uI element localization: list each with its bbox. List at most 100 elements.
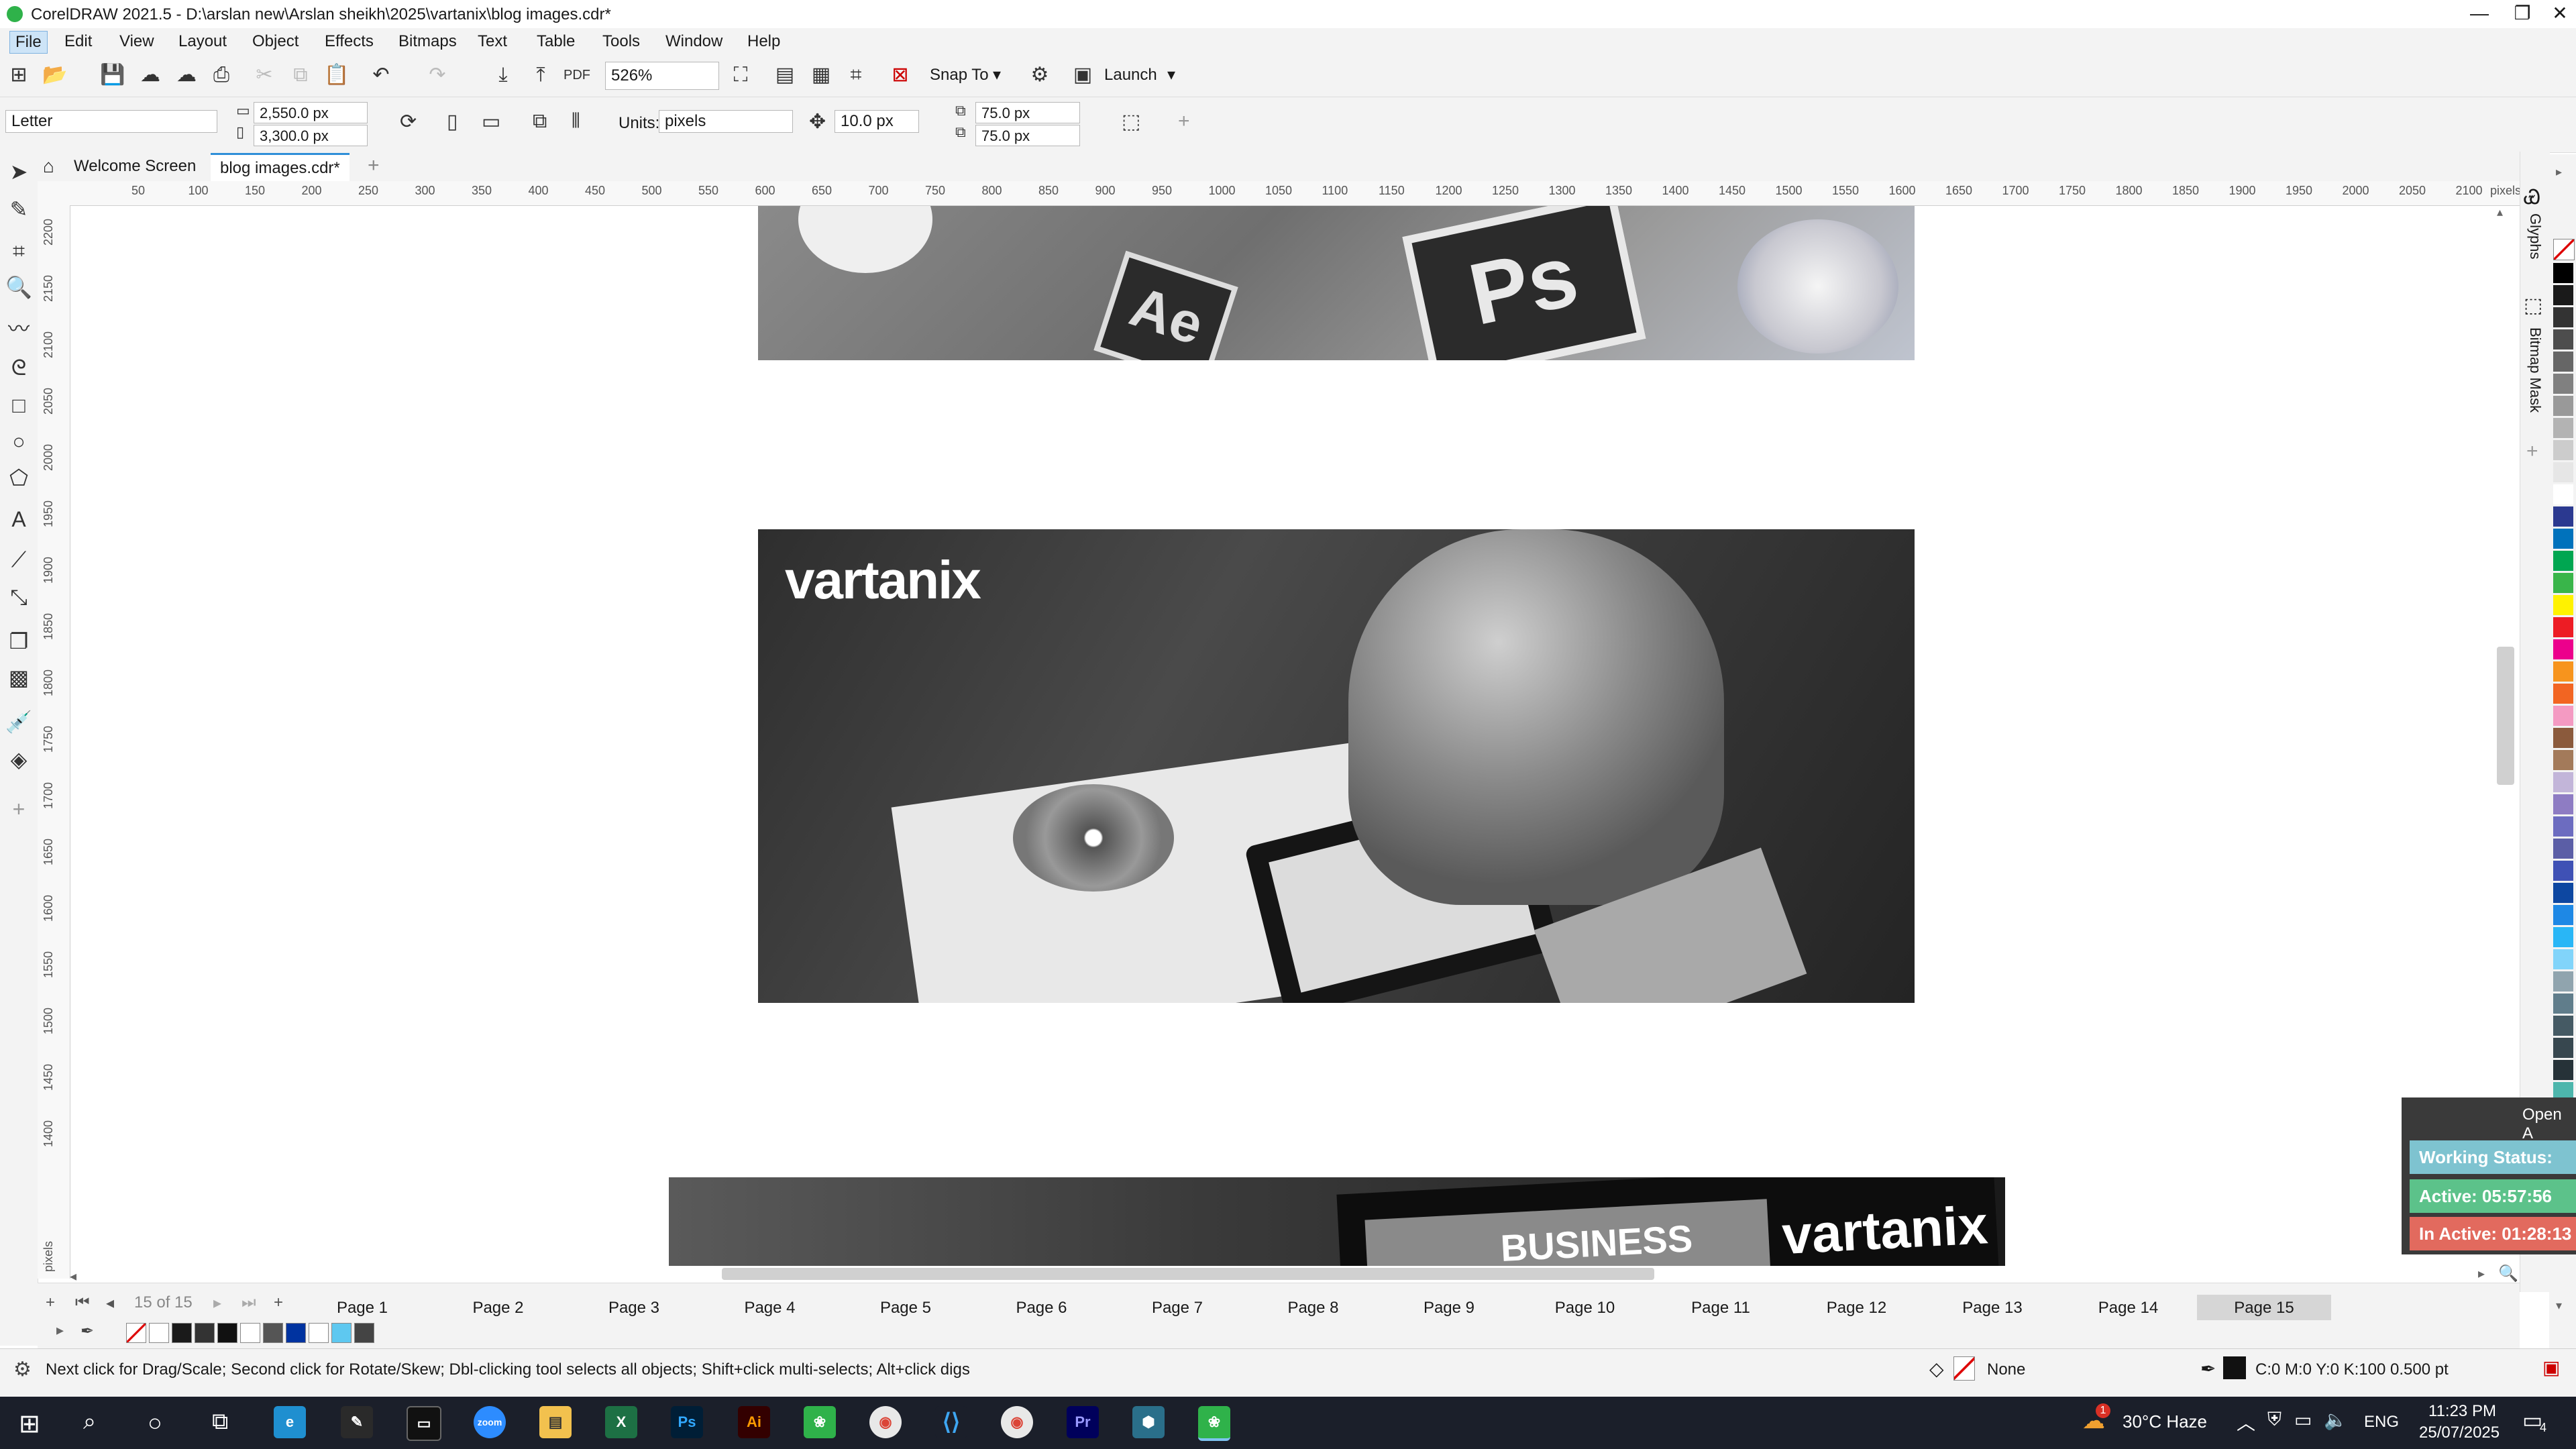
palette-color-swatch[interactable] bbox=[2553, 839, 2573, 859]
outline-color-swatch[interactable] bbox=[2223, 1356, 2246, 1379]
palette-color-swatch[interactable] bbox=[2553, 1016, 2573, 1036]
menu-help[interactable]: Help bbox=[742, 31, 786, 52]
palette-color-swatch[interactable] bbox=[2553, 418, 2573, 438]
freehand-tool-icon[interactable]: 〰 bbox=[5, 315, 32, 342]
duplicate-y-field[interactable]: 75.0 px bbox=[975, 125, 1080, 146]
palette-color-swatch[interactable] bbox=[2553, 927, 2573, 947]
palette-color-swatch[interactable] bbox=[2553, 772, 2573, 792]
first-page-icon[interactable]: ⏮ bbox=[75, 1293, 90, 1312]
palette-color-swatch[interactable] bbox=[2553, 861, 2573, 881]
show-grid-icon[interactable]: ▦ bbox=[808, 62, 835, 89]
launch-dropdown[interactable]: Launch bbox=[1104, 62, 1157, 89]
page-tab[interactable]: Page 4 bbox=[703, 1295, 837, 1322]
clock-date[interactable]: 25/07/2025 bbox=[2419, 1424, 2500, 1442]
pen-app-icon[interactable]: ✎ bbox=[341, 1406, 373, 1438]
add-page-after-icon[interactable]: + bbox=[274, 1293, 283, 1312]
palette-color-swatch[interactable] bbox=[2553, 949, 2573, 969]
cloud-sync-icon[interactable]: ☁ bbox=[173, 62, 200, 89]
excel-icon[interactable]: X bbox=[605, 1406, 637, 1438]
page-tab[interactable]: Page 10 bbox=[1518, 1295, 1652, 1322]
palette-color-swatch[interactable] bbox=[2553, 706, 2573, 726]
network-tray-icon[interactable]: ▭ bbox=[2294, 1409, 2312, 1431]
menu-tools[interactable]: Tools bbox=[597, 31, 645, 52]
close-button[interactable]: ✕ bbox=[2538, 0, 2576, 28]
snap-to-dropdown[interactable]: Snap To bbox=[930, 62, 989, 89]
parallel-dimension-icon[interactable]: ⟋ bbox=[5, 546, 32, 573]
coreldraw-active-icon[interactable]: ❀ bbox=[1198, 1406, 1230, 1441]
file-explorer-icon[interactable]: ▤ bbox=[539, 1406, 572, 1438]
last-page-icon[interactable]: ⏭ bbox=[241, 1293, 256, 1312]
prev-page-icon[interactable]: ◂ bbox=[106, 1293, 114, 1313]
palette-color-swatch[interactable] bbox=[2553, 728, 2573, 748]
minimize-button[interactable]: — bbox=[2458, 0, 2501, 28]
cut-icon[interactable]: ✂ bbox=[251, 62, 278, 89]
show-guidelines-icon[interactable]: ⌗ bbox=[843, 62, 869, 89]
menu-bitmaps[interactable]: Bitmaps bbox=[393, 31, 462, 52]
units-select[interactable]: pixels bbox=[659, 110, 793, 133]
palette-color-swatch[interactable] bbox=[2553, 529, 2573, 549]
launch-icon[interactable]: ▣ bbox=[1069, 62, 1096, 89]
add-docker-icon[interactable]: + bbox=[2526, 440, 2538, 463]
full-screen-icon[interactable]: ⛶ bbox=[727, 62, 754, 89]
palette-color-swatch[interactable] bbox=[2553, 994, 2573, 1014]
drop-shadow-icon[interactable]: ❐ bbox=[5, 628, 32, 655]
scroll-right-icon[interactable]: ▸ bbox=[2478, 1265, 2485, 1282]
page-size-select[interactable]: Letter bbox=[5, 110, 217, 133]
options-gear-icon[interactable]: ⚙ bbox=[1026, 62, 1053, 89]
restore-button[interactable]: ❐ bbox=[2501, 0, 2544, 28]
palette-scroll-down-icon[interactable]: ▾ bbox=[2556, 1299, 2562, 1313]
page-tab[interactable]: Page 2 bbox=[431, 1295, 566, 1322]
palette-expand-icon[interactable]: ▸ bbox=[56, 1322, 64, 1339]
snap-to-chevron-down-icon[interactable]: ▾ bbox=[993, 62, 1001, 89]
palette-color-swatch[interactable] bbox=[2553, 551, 2573, 571]
palette-color-swatch[interactable] bbox=[2553, 661, 2573, 682]
photoshop-icon[interactable]: Ps bbox=[671, 1406, 703, 1438]
print-icon[interactable]: ⎙ bbox=[208, 62, 235, 89]
illustrator-icon[interactable]: Ai bbox=[738, 1406, 770, 1438]
shape-tool-icon[interactable]: ✎ bbox=[5, 196, 32, 223]
windows-start-icon[interactable]: ⊞ bbox=[19, 1409, 40, 1439]
edge-icon[interactable]: e bbox=[274, 1406, 306, 1438]
palette-color-swatch[interactable] bbox=[2553, 750, 2573, 770]
docker-bitmap-mask-tab[interactable]: Bitmap Mask bbox=[2526, 327, 2544, 413]
polygon-tool-icon[interactable]: ⬠ bbox=[5, 464, 32, 491]
add-icon[interactable]: + bbox=[1178, 110, 1190, 133]
premiere-icon[interactable]: Pr bbox=[1067, 1406, 1099, 1438]
document-color-swatch[interactable] bbox=[331, 1323, 352, 1343]
undo-icon[interactable]: ↶ bbox=[368, 62, 394, 89]
app-hex-icon[interactable]: ⬢ bbox=[1132, 1406, 1165, 1438]
zoom-tool-icon[interactable]: 🔍 bbox=[5, 274, 32, 301]
save-icon[interactable]: 💾 bbox=[99, 62, 126, 89]
palette-color-swatch[interactable] bbox=[2553, 484, 2573, 504]
artistic-media-icon[interactable]: ᘓ bbox=[5, 354, 32, 381]
coreldraw-taskbar-icon[interactable]: ❀ bbox=[804, 1406, 836, 1438]
document-color-swatch[interactable] bbox=[286, 1323, 306, 1343]
palette-color-swatch[interactable] bbox=[2553, 639, 2573, 659]
palette-color-swatch[interactable] bbox=[2553, 1060, 2573, 1080]
chrome-profile-icon[interactable]: ◉ bbox=[1001, 1406, 1033, 1438]
menu-edit[interactable]: Edit bbox=[59, 31, 97, 52]
vertical-scrollbar-thumb[interactable] bbox=[2497, 647, 2514, 785]
home-icon[interactable]: ⌂ bbox=[43, 156, 54, 177]
new-document-icon[interactable]: ⊞ bbox=[5, 62, 32, 89]
launch-chevron-down-icon[interactable]: ▾ bbox=[1167, 62, 1175, 89]
rectangle-tool-icon[interactable]: □ bbox=[5, 392, 32, 419]
palette-color-swatch[interactable] bbox=[2553, 573, 2573, 593]
terminal-icon[interactable]: ▭ bbox=[407, 1406, 441, 1441]
export-icon[interactable]: ⤒ bbox=[527, 62, 554, 89]
crop-tool-icon[interactable]: ⌗ bbox=[5, 237, 32, 264]
document-color-swatch[interactable] bbox=[263, 1323, 283, 1343]
palette-color-swatch[interactable] bbox=[2553, 307, 2573, 327]
document-color-swatch[interactable] bbox=[149, 1323, 169, 1343]
cloud-upload-icon[interactable]: ☁ bbox=[137, 62, 164, 89]
zoom-level-field[interactable]: 526% bbox=[605, 62, 719, 90]
page-tab[interactable]: Page 12 bbox=[1790, 1295, 1924, 1322]
page-tab[interactable]: Page 11 bbox=[1654, 1295, 1788, 1322]
menu-table[interactable]: Table bbox=[531, 31, 580, 52]
document-color-swatch[interactable] bbox=[354, 1323, 374, 1343]
blog-image-2[interactable]: vartanix bbox=[758, 529, 1915, 1003]
no-color-swatch[interactable] bbox=[126, 1323, 146, 1343]
fill-none-swatch[interactable] bbox=[1953, 1356, 1975, 1381]
cortana-icon[interactable]: ○ bbox=[148, 1409, 162, 1437]
current-page-icon[interactable]: ⧉ bbox=[533, 110, 547, 133]
